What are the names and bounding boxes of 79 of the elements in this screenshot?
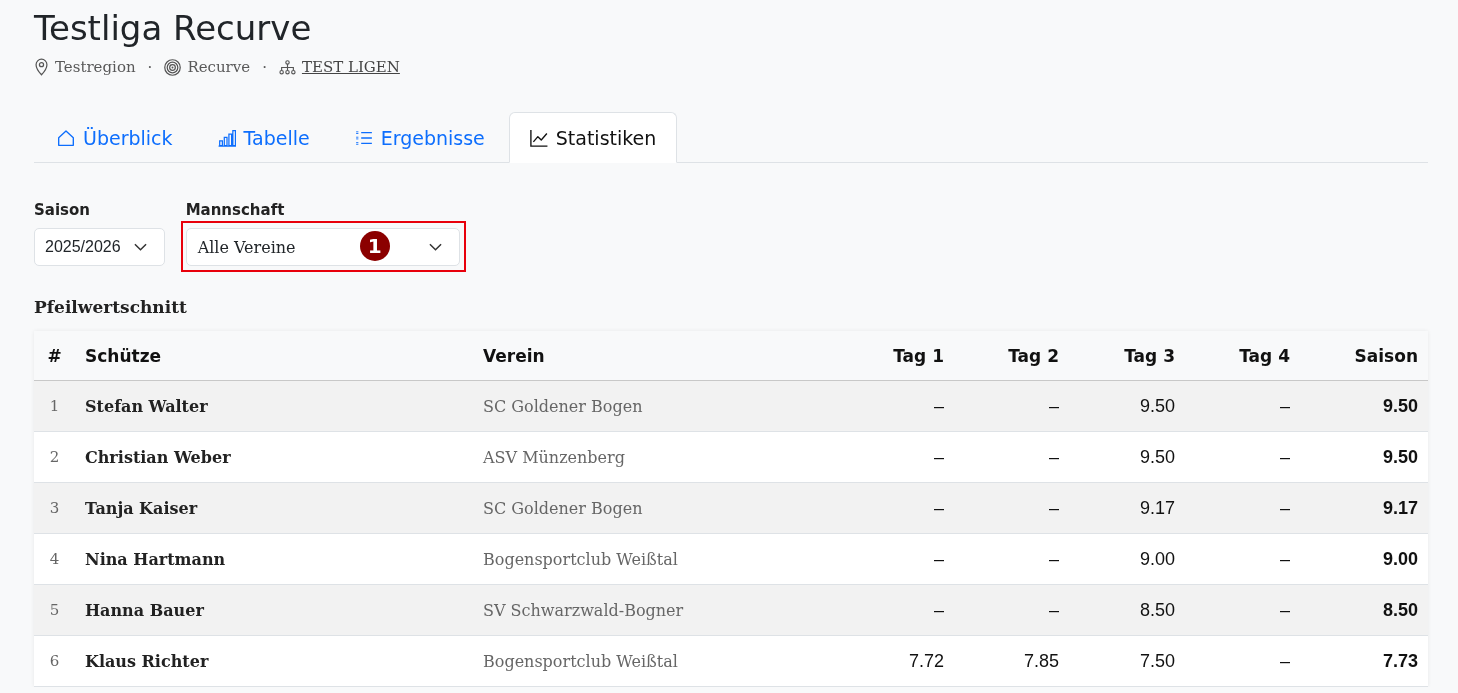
section-title: Pfeilwertschnitt (34, 296, 188, 318)
map-pin-icon (34, 58, 49, 76)
rank-cell: 2 (34, 431, 75, 483)
column-header: Tag 4 (1185, 331, 1300, 381)
club-name: ASV Münzenberg (473, 431, 839, 483)
archer-name: Klaus Richter (75, 635, 473, 687)
club-name: SV Schwarzwald-Bogner (473, 584, 839, 636)
rank-cell: 1 (34, 380, 75, 432)
column-header: Saison (1300, 331, 1428, 381)
tab[interactable]: Überblick (36, 112, 194, 163)
rank-cell: 5 (34, 584, 75, 636)
score-cell: – (1185, 533, 1300, 585)
archer-name: Christian Weber (75, 431, 473, 483)
score-cell: 7.50 (1069, 635, 1185, 687)
score-cell: 9.17 (1069, 482, 1185, 534)
archer-name: Nina Hartmann (75, 533, 473, 585)
column-header: Tag 2 (954, 331, 1069, 381)
season-average: 8.50 (1300, 584, 1428, 636)
discipline-label: Recurve (187, 58, 251, 76)
column-header: # (34, 331, 75, 381)
tab[interactable]: Ergebnisse (333, 112, 506, 163)
season-average: 9.00 (1300, 533, 1428, 585)
house-icon (57, 128, 75, 147)
line-chart-icon (529, 128, 548, 147)
rank-cell: 3 (34, 482, 75, 534)
score-cell: – (954, 533, 1069, 585)
rank-cell: 6 (34, 635, 75, 687)
club-name: Bogensportclub Weißtal (473, 533, 839, 585)
column-header: Tag 1 (839, 331, 954, 381)
separator-dot: · (147, 58, 153, 76)
score-cell: – (839, 482, 954, 534)
league-link[interactable]: TEST LIGEN (301, 58, 400, 76)
column-header: Tag 3 (1069, 331, 1185, 381)
filter-label: Mannschaft (185, 201, 286, 219)
score-cell: – (1185, 380, 1300, 432)
score-cell: – (954, 380, 1069, 432)
tab[interactable]: Tabelle (196, 112, 331, 163)
season-average: 9.50 (1300, 380, 1428, 432)
score-cell: – (1185, 584, 1300, 636)
hierarchy-icon (278, 58, 296, 76)
score-cell: – (839, 584, 954, 636)
club-name: SC Goldener Bogen (473, 380, 839, 432)
score-cell: 9.00 (1069, 533, 1185, 585)
score-cell: 9.50 (1069, 431, 1185, 483)
score-cell: 7.85 (954, 635, 1069, 687)
chevron-down-icon (428, 243, 442, 251)
column-header: Schütze (75, 331, 473, 381)
numbered-list-icon (354, 128, 373, 147)
season-average: 9.17 (1300, 482, 1428, 534)
score-cell: – (1185, 431, 1300, 483)
score-cell: – (954, 431, 1069, 483)
region-label: Testregion (55, 58, 136, 76)
filter-label: Saison (34, 201, 91, 219)
bar-chart-icon (217, 128, 236, 147)
score-cell: – (839, 431, 954, 483)
score-cell: – (1185, 482, 1300, 534)
score-cell: – (839, 533, 954, 585)
score-cell: – (954, 584, 1069, 636)
score-cell: – (1185, 635, 1300, 687)
archer-name: Hanna Bauer (75, 584, 473, 636)
chevron-down-icon (133, 243, 147, 251)
score-cell: – (839, 380, 954, 432)
separator-dot: · (262, 58, 267, 76)
column-header: Verein (473, 331, 839, 381)
season-average: 9.50 (1300, 431, 1428, 483)
score-cell: – (954, 482, 1069, 534)
dropdown[interactable]: 2025/2026 (34, 228, 165, 266)
club-name: SC Goldener Bogen (473, 482, 839, 534)
archer-name: Tanja Kaiser (75, 482, 473, 534)
season-average: 7.73 (1300, 635, 1428, 687)
score-cell: 7.72 (839, 635, 954, 687)
club-name: Bogensportclub Weißtal (473, 635, 839, 687)
target-icon (164, 58, 182, 76)
tab[interactable]: Statistiken (508, 112, 678, 163)
score-cell: 8.50 (1069, 584, 1185, 636)
archer-name: Stefan Walter (75, 380, 473, 432)
page-title: Testliga Recurve (34, 8, 313, 48)
rank-cell: 4 (34, 533, 75, 585)
score-cell: 9.50 (1069, 380, 1185, 432)
